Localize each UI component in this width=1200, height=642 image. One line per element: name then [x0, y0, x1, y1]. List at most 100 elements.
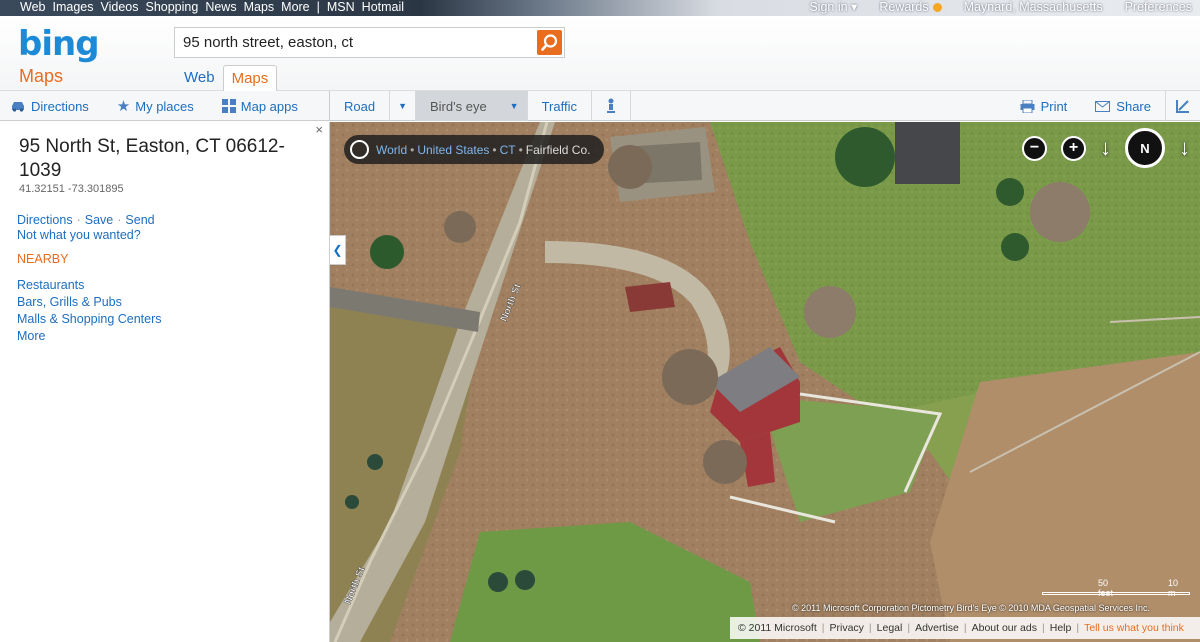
directions-link[interactable]: Directions — [17, 213, 73, 227]
not-what-you-wanted-link[interactable]: Not what you wanted? — [17, 228, 141, 242]
header: bing Maps Web Maps — [0, 16, 1200, 91]
chevron-down-icon: ▼ — [398, 101, 407, 111]
rewards-link[interactable]: Rewards — [879, 0, 942, 14]
rotate-arrow-icon: ↓ — [1100, 135, 1111, 160]
nav-link-maps[interactable]: Maps — [244, 0, 275, 14]
sidebar-tools: Directions ★ My places Map apps — [0, 91, 330, 121]
footer-help-link[interactable]: Help — [1050, 622, 1072, 634]
print-label: Print — [1040, 98, 1068, 114]
rotate-arrow-icon: ↓ — [1179, 135, 1190, 160]
footer-feedback-link[interactable]: Tell us what you think — [1084, 622, 1184, 634]
location-link[interactable]: Maynard, Massachusetts — [964, 0, 1103, 14]
top-nav-bar: Web Images Videos Shopping News Maps Mor… — [0, 0, 1200, 16]
nearby-malls-link[interactable]: Malls & Shopping Centers — [17, 311, 162, 328]
directions-label: Directions — [31, 98, 89, 114]
collapse-sidebar-button[interactable]: ❮ — [330, 235, 346, 265]
tab-web[interactable]: Web — [176, 65, 223, 91]
minus-icon: − — [1029, 139, 1040, 156]
search-button[interactable] — [537, 30, 562, 55]
map-canvas[interactable]: North St North St — [330, 122, 1200, 642]
car-icon — [12, 102, 24, 112]
breadcrumb-world[interactable]: World — [376, 143, 407, 157]
scale-label-feet: 50 feet — [1098, 578, 1114, 598]
expand-icon — [1176, 100, 1189, 113]
map-apps-button[interactable]: Map apps — [212, 99, 308, 114]
tab-maps[interactable]: Maps — [222, 65, 278, 91]
my-places-button[interactable]: ★ My places — [107, 97, 204, 115]
zoom-out-button[interactable]: − — [1022, 135, 1047, 161]
map-toolbar: Directions ★ My places Map apps Road ▼ B… — [0, 91, 1200, 121]
nav-link-web[interactable]: Web — [20, 0, 45, 14]
share-button[interactable]: Share — [1081, 99, 1165, 114]
footer-advertise-link[interactable]: Advertise — [915, 622, 959, 634]
scale-label-meters: 10 m — [1168, 578, 1179, 598]
nearby-more-link[interactable]: More — [17, 328, 162, 345]
bing-logo[interactable]: bing — [18, 24, 100, 64]
nav-link-hotmail[interactable]: Hotmail — [362, 0, 404, 14]
preferences-link[interactable]: Preferences — [1125, 0, 1192, 14]
birds-eye-dropdown-button[interactable]: ▼ — [501, 91, 528, 121]
search-tabs: Web Maps — [176, 65, 278, 91]
nav-separator: | — [316, 0, 320, 14]
footer-about-ads-link[interactable]: About our ads — [972, 622, 1037, 634]
nearby-bars-link[interactable]: Bars, Grills & Pubs — [17, 294, 162, 311]
streetside-button[interactable] — [592, 91, 631, 121]
chevron-left-icon: ❮ — [332, 243, 343, 257]
road-view-button[interactable]: Road — [330, 91, 391, 121]
search-input[interactable] — [175, 28, 535, 57]
map-navigation-controls: − + ↓ N ↓ — [1022, 128, 1190, 168]
right-tools: Print Share — [1006, 91, 1200, 121]
directions-button[interactable]: Directions — [0, 99, 99, 114]
rotate-left-button[interactable]: ↓ — [1100, 135, 1111, 161]
imagery-credit: © 2011 Microsoft Corporation Pictometry … — [792, 603, 1150, 613]
nearby-restaurants-link[interactable]: Restaurants — [17, 277, 162, 294]
traffic-button[interactable]: Traffic — [528, 91, 592, 121]
breadcrumb-united-states[interactable]: United States — [417, 143, 489, 157]
share-label: Share — [1116, 98, 1151, 114]
nav-link-msn[interactable]: MSN — [327, 0, 355, 14]
nav-link-news[interactable]: News — [205, 0, 236, 14]
maps-logo-label: Maps — [19, 66, 64, 86]
send-link[interactable]: Send — [125, 213, 154, 227]
my-places-label: My places — [135, 98, 194, 114]
map-apps-label: Map apps — [240, 98, 298, 114]
expand-map-button[interactable] — [1165, 91, 1200, 121]
print-button[interactable]: Print — [1006, 99, 1082, 114]
nav-link-shopping[interactable]: Shopping — [145, 0, 198, 14]
location-coordinates: 41.32151 -73.301895 — [19, 183, 124, 195]
close-icon[interactable]: × — [315, 122, 323, 137]
footer-privacy-link[interactable]: Privacy — [829, 622, 863, 634]
compass-icon: N — [1140, 140, 1150, 156]
locate-me-icon[interactable] — [350, 140, 369, 159]
top-nav-links: Web Images Videos Shopping News Maps Mor… — [20, 0, 404, 14]
rewards-label: Rewards — [879, 0, 929, 14]
footer-legal-link[interactable]: Legal — [877, 622, 903, 634]
search-box — [174, 27, 565, 58]
scale-bar — [1042, 592, 1190, 595]
sign-in-link[interactable]: Sign in ▾ — [809, 0, 857, 14]
save-link[interactable]: Save — [85, 213, 114, 227]
road-dropdown-button[interactable]: ▼ — [390, 91, 416, 121]
person-icon — [607, 98, 615, 113]
plus-icon: + — [1068, 139, 1079, 156]
compass-button[interactable]: N — [1125, 128, 1165, 168]
breadcrumb-fairfield: Fairfield Co. — [525, 142, 591, 157]
nav-link-videos[interactable]: Videos — [100, 0, 138, 14]
results-sidebar: × 95 North St, Easton, CT 06612-1039 41.… — [0, 122, 330, 642]
footer-copyright: © 2011 Microsoft — [738, 622, 817, 634]
breadcrumb-ct[interactable]: CT — [500, 143, 516, 157]
zoom-in-button[interactable]: + — [1061, 135, 1086, 161]
star-icon: ★ — [116, 98, 131, 115]
map-view-tools: Road ▼ Bird's eye ▼ Traffic — [330, 91, 631, 121]
birds-eye-view-button[interactable]: Bird's eye — [416, 91, 502, 121]
nav-link-more[interactable]: More — [281, 0, 309, 14]
nav-link-images[interactable]: Images — [52, 0, 93, 14]
printer-icon — [1020, 99, 1035, 113]
nearby-heading: NEARBY — [17, 252, 69, 266]
search-icon — [541, 34, 558, 51]
rotate-right-button[interactable]: ↓ — [1179, 135, 1190, 161]
top-nav-right: Sign in ▾ Rewards Maynard, Massachusetts… — [809, 0, 1192, 14]
chevron-down-icon: ▼ — [509, 101, 519, 111]
location-address: 95 North St, Easton, CT 06612-1039 — [19, 136, 285, 181]
rewards-icon — [932, 3, 942, 12]
